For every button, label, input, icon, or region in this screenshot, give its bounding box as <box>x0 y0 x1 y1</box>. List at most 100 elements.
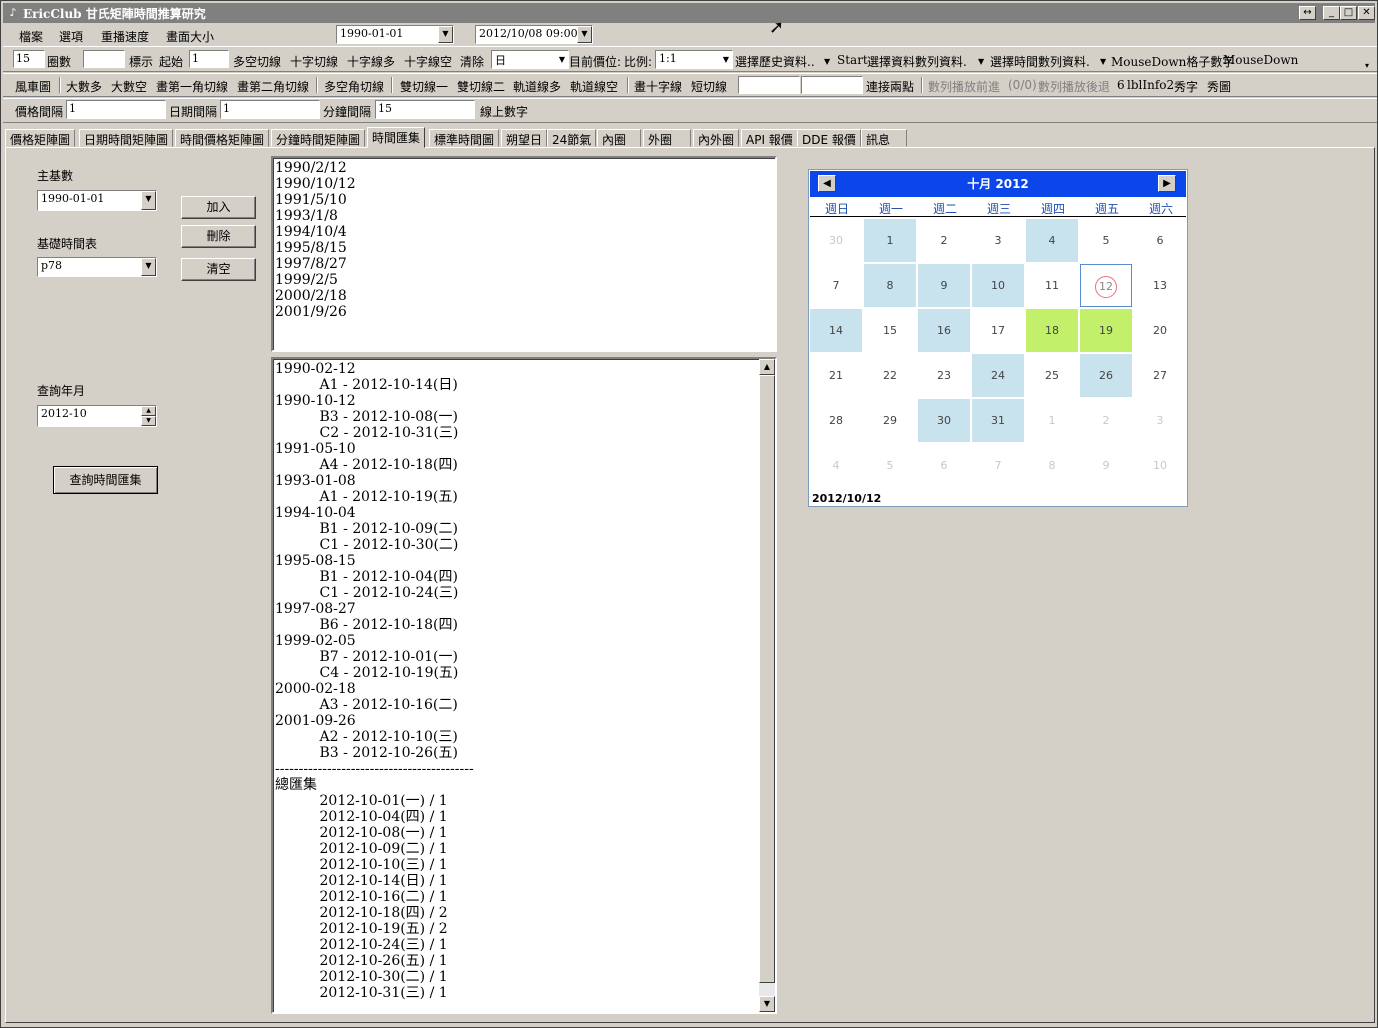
calendar-day[interactable]: 8 <box>1026 444 1078 487</box>
calendar-day[interactable]: 2 <box>918 219 970 262</box>
cross-tangent-button[interactable]: 十字切線 <box>290 53 338 70</box>
main-base-combo[interactable]: 1990-01-01 ▼ <box>37 190 157 211</box>
tab-inner-circle[interactable]: 內圈 <box>597 129 641 147</box>
history-data-combo[interactable]: 選擇歷史資料.. <box>735 53 815 70</box>
calendar-day[interactable]: 5 <box>864 444 916 487</box>
tab-lunar-days[interactable]: 朔望日 <box>501 129 548 147</box>
draw-cross-button[interactable]: 畫十字線 <box>634 78 682 95</box>
long-short-tangent-button[interactable]: 多空切線 <box>233 53 281 70</box>
calendar-day[interactable]: 9 <box>1080 444 1132 487</box>
second-angle-tangent-button[interactable]: 畫第二角切線 <box>237 78 309 95</box>
calendar-day[interactable]: 13 <box>1134 264 1186 307</box>
series-play-forward-button[interactable]: 數列播放前進 <box>928 78 1000 95</box>
tab-dde-quote[interactable]: DDE 報價 <box>797 129 861 147</box>
price-interval-input[interactable]: 1 <box>66 100 166 119</box>
delete-button[interactable]: 刪除 <box>181 225 256 248</box>
tab-inner-outer-circle[interactable]: 內外圈 <box>693 129 740 147</box>
calendar-day[interactable]: 20 <box>1134 309 1186 352</box>
calendar-day[interactable]: 26 <box>1080 354 1132 397</box>
calendar-day[interactable]: 17 <box>972 309 1024 352</box>
next-month-icon[interactable]: ▶ <box>1158 175 1176 192</box>
calendar-day[interactable]: 21 <box>810 354 862 397</box>
first-angle-tangent-button[interactable]: 畫第一角切線 <box>156 78 228 95</box>
start-input[interactable]: 1 <box>189 50 229 68</box>
calendar-day[interactable]: 1 <box>1026 399 1078 442</box>
list-item[interactable]: 2001/9/26 <box>273 304 775 320</box>
calendar-day[interactable]: 4 <box>1026 219 1078 262</box>
calendar-day[interactable]: 28 <box>810 399 862 442</box>
mark-button[interactable]: 標示 <box>129 53 153 70</box>
big-number-long-button[interactable]: 大數多 <box>66 78 102 95</box>
list-item[interactable]: 1993/1/8 <box>273 208 775 224</box>
start-date-combo[interactable]: 1990-01-01 ▼ <box>336 25 454 44</box>
calendar-day[interactable]: 27 <box>1134 354 1186 397</box>
calendar-day[interactable]: 18 <box>1026 309 1078 352</box>
add-button[interactable]: 加入 <box>181 196 256 219</box>
calendar-today-footer[interactable]: 2012/10/12 <box>812 492 881 505</box>
calendar-day[interactable]: 6 <box>1134 219 1186 262</box>
calendar-day[interactable]: 4 <box>810 444 862 487</box>
calendar-day[interactable]: 19 <box>1080 309 1132 352</box>
toolbar-overflow-icon[interactable]: ▾ <box>1365 61 1369 70</box>
calendar-day[interactable]: 10 <box>1134 444 1186 487</box>
start-button[interactable]: Start <box>837 53 868 67</box>
channel-long-button[interactable]: 軌道線多 <box>513 78 561 95</box>
menu-replay-speed[interactable]: 重播速度 <box>101 28 149 45</box>
clear-button[interactable]: 清除 <box>460 53 484 70</box>
short-tangent-button[interactable]: 短切線 <box>691 78 727 95</box>
spin-down-icon[interactable]: ▼ <box>141 416 156 426</box>
date-interval-input[interactable]: 1 <box>220 100 320 119</box>
calendar-day[interactable]: 7 <box>810 264 862 307</box>
calendar-day[interactable]: 30 <box>810 219 862 262</box>
time-series-combo[interactable]: 選擇時間數列資料. <box>990 53 1090 70</box>
calendar-day[interactable]: 12 <box>1080 264 1132 307</box>
tab-date-time-matrix[interactable]: 日期時間矩陣圖 <box>79 129 174 147</box>
calendar-day[interactable]: 2 <box>1080 399 1132 442</box>
calendar-day[interactable]: 31 <box>972 399 1024 442</box>
windmill-chart-button[interactable]: 風車圖 <box>15 78 51 95</box>
double-tangent-two-button[interactable]: 雙切線二 <box>457 78 505 95</box>
tab-api-quote[interactable]: API 報價 <box>741 129 798 147</box>
month-calendar[interactable]: 十月 2012 ◀ ▶ 週日 週一 週二 週三 週四 週五 週六 30 1 2 3 4 5 6 7 8 9 10… <box>808 169 1188 507</box>
point-a-input[interactable] <box>738 76 800 94</box>
maximize-button[interactable]: □ <box>1340 6 1357 20</box>
calendar-day[interactable]: 11 <box>1026 264 1078 307</box>
menu-file[interactable]: 檔案 <box>19 28 43 45</box>
show-image-button[interactable]: 秀圖 <box>1207 78 1231 95</box>
convergence-results-textbox[interactable]: 1990-02-12 A1 - 2012-10-14(日) 1990-10-12 … <box>271 357 777 1014</box>
spin-up-icon[interactable]: ▲ <box>141 406 156 416</box>
show-text-button[interactable]: 秀字 <box>1174 78 1198 95</box>
list-item[interactable]: 1997/8/27 <box>273 256 775 272</box>
scroll-down-icon[interactable]: ▼ <box>759 996 775 1012</box>
calendar-day[interactable]: 16 <box>918 309 970 352</box>
mark-input[interactable] <box>83 50 125 68</box>
query-convergence-button[interactable]: 查詢時間匯集 <box>53 466 158 494</box>
list-item[interactable]: 1999/2/5 <box>273 272 775 288</box>
tab-minute-time-matrix[interactable]: 分鐘時間矩陣圖 <box>271 129 366 147</box>
list-item[interactable]: 1990/2/12 <box>273 160 775 176</box>
calendar-day[interactable]: 24 <box>972 354 1024 397</box>
connect-two-points-button[interactable]: 連接兩點 <box>866 78 914 95</box>
minute-interval-input[interactable]: 15 <box>375 100 475 119</box>
point-b-input[interactable] <box>801 76 863 94</box>
tab-time-convergence[interactable]: 時間匯集 <box>367 127 426 148</box>
tab-time-price-matrix[interactable]: 時間價格矩陣圖 <box>175 129 270 147</box>
grid-count-input[interactable]: 15 <box>13 50 45 68</box>
double-tangent-one-button[interactable]: 雙切線一 <box>400 78 448 95</box>
close-button[interactable]: ✕ <box>1358 6 1375 20</box>
menu-screen-size[interactable]: 畫面大小 <box>166 28 214 45</box>
calendar-day[interactable]: 14 <box>810 309 862 352</box>
calendar-day[interactable]: 22 <box>864 354 916 397</box>
calendar-day[interactable]: 29 <box>864 399 916 442</box>
scroll-up-icon[interactable]: ▲ <box>759 359 775 375</box>
line-number-button[interactable]: 線上數字 <box>480 103 528 120</box>
clear-button[interactable]: 清空 <box>181 258 256 281</box>
calendar-day[interactable]: 10 <box>972 264 1024 307</box>
scroll-thumb[interactable] <box>759 375 775 983</box>
calendar-day[interactable]: 9 <box>918 264 970 307</box>
base-table-combo[interactable]: p78 ▼ <box>37 257 157 277</box>
series-play-back-button[interactable]: 數列播放後退 <box>1038 78 1110 95</box>
end-datetime-combo[interactable]: 2012/10/08 09:00 ▼ <box>475 25 593 44</box>
tab-standard-time[interactable]: 標準時間圖 <box>429 129 500 147</box>
tab-price-matrix[interactable]: 價格矩陣圖 <box>5 129 76 147</box>
